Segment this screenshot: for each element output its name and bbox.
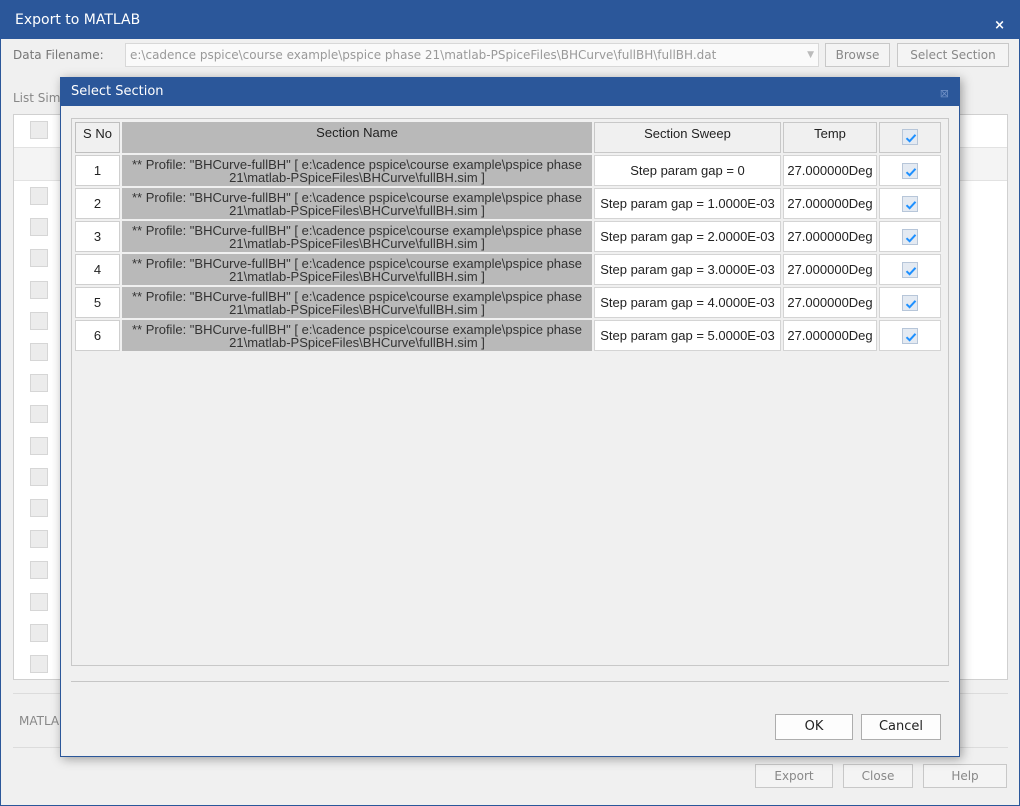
table-row[interactable]: 6 ** Profile: "BHCurve-fullBH" [ e:\caden… (75, 320, 941, 351)
row-select-checkbox[interactable] (902, 261, 918, 278)
checkmark-icon (905, 167, 917, 177)
row-select-cell[interactable] (879, 188, 941, 219)
list-row-checkbox[interactable] (30, 530, 48, 549)
table-row[interactable]: 1 ** Profile: "BHCurve-fullBH" [ e:\caden… (75, 155, 941, 186)
list-row-checkbox[interactable] (30, 623, 48, 642)
list-row-checkbox[interactable] (30, 592, 48, 611)
window-close-icon[interactable]: × (994, 7, 1005, 45)
column-header-select-all[interactable] (879, 122, 941, 153)
table-row[interactable]: 3 ** Profile: "BHCurve-fullBH" [ e:\caden… (75, 221, 941, 252)
row-select-checkbox[interactable] (902, 228, 918, 245)
row-temp: 27.000000Deg (783, 320, 877, 351)
row-select-cell[interactable] (879, 287, 941, 318)
row-sno: 1 (75, 155, 120, 186)
row-section-name: ** Profile: "BHCurve-fullBH" [ e:\cadenc… (122, 155, 592, 186)
select-section-button[interactable]: Select Section (897, 43, 1009, 67)
column-header-section-sweep[interactable]: Section Sweep (594, 122, 781, 153)
row-sno: 5 (75, 287, 120, 318)
browse-button[interactable]: Browse (825, 43, 890, 67)
table-row[interactable]: 4 ** Profile: "BHCurve-fullBH" [ e:\caden… (75, 254, 941, 285)
list-row-checkbox[interactable] (30, 374, 48, 393)
data-filename-value: e:\cadence pspice\course example\pspice … (130, 48, 717, 62)
list-row-checkbox[interactable] (30, 343, 48, 361)
list-row-checkbox[interactable] (30, 311, 48, 330)
row-sno: 6 (75, 320, 120, 351)
dialog-title: Select Section (71, 84, 164, 99)
list-row-checkbox[interactable] (30, 249, 48, 268)
list-row-checkbox[interactable] (30, 561, 48, 580)
row-section-sweep: Step param gap = 0 (594, 155, 781, 186)
ok-button[interactable]: OK (775, 714, 853, 740)
row-section-sweep: Step param gap = 5.0000E-03 (594, 320, 781, 351)
table-body: 1 ** Profile: "BHCurve-fullBH" [ e:\caden… (75, 155, 941, 351)
row-sno: 2 (75, 188, 120, 219)
row-select-checkbox[interactable] (902, 294, 918, 311)
data-filename-label: Data Filename: (13, 48, 104, 62)
row-select-cell[interactable] (879, 221, 941, 252)
checkmark-icon (905, 200, 917, 210)
row-section-sweep: Step param gap = 2.0000E-03 (594, 221, 781, 252)
dialog-close-icon[interactable]: ⊠ (940, 80, 949, 108)
checkmark-icon (905, 266, 917, 276)
column-header-temp[interactable]: Temp (783, 122, 877, 153)
window-title: Export to MATLAB (15, 12, 141, 28)
matlab-label: MATLA (19, 714, 60, 728)
checkmark-icon (905, 134, 917, 143)
section-grid: S No Section Name Section Sweep Temp 1 **… (71, 118, 949, 666)
row-temp: 27.000000Deg (783, 287, 877, 318)
help-button[interactable]: Help (923, 764, 1007, 788)
chevron-down-icon[interactable]: ▼ (807, 44, 814, 66)
list-row-checkbox[interactable] (30, 467, 48, 486)
row-section-sweep: Step param gap = 1.0000E-03 (594, 188, 781, 219)
column-header-sno[interactable]: S No (75, 122, 120, 153)
column-header-section-name[interactable]: Section Name (122, 122, 592, 153)
table-row[interactable]: 5 ** Profile: "BHCurve-fullBH" [ e:\caden… (75, 287, 941, 318)
checkmark-icon (905, 233, 917, 243)
select-all-checkbox[interactable] (902, 129, 918, 145)
row-temp: 27.000000Deg (783, 254, 877, 285)
dialog-title-bar: Select Section ⊠ (61, 78, 959, 106)
row-section-name: ** Profile: "BHCurve-fullBH" [ e:\cadenc… (122, 254, 592, 285)
section-table: S No Section Name Section Sweep Temp 1 **… (73, 120, 943, 353)
row-section-sweep: Step param gap = 3.0000E-03 (594, 254, 781, 285)
list-select-all-checkbox[interactable] (30, 121, 48, 139)
select-section-dialog: Select Section ⊠ S No Section Name Secti… (60, 77, 960, 757)
row-select-cell[interactable] (879, 254, 941, 285)
row-sno: 3 (75, 221, 120, 252)
list-row-checkbox[interactable] (30, 187, 48, 205)
row-section-name: ** Profile: "BHCurve-fullBH" [ e:\cadenc… (122, 320, 592, 351)
row-select-cell[interactable] (879, 320, 941, 351)
window-title-bar: Export to MATLAB × (1, 1, 1019, 39)
list-row-checkbox[interactable] (30, 218, 48, 237)
row-section-sweep: Step param gap = 4.0000E-03 (594, 287, 781, 318)
row-temp: 27.000000Deg (783, 155, 877, 186)
checkmark-icon (905, 332, 917, 342)
table-header-row: S No Section Name Section Sweep Temp (75, 122, 941, 153)
row-select-checkbox[interactable] (902, 327, 918, 344)
close-button[interactable]: Close (843, 764, 913, 788)
data-filename-dropdown[interactable]: e:\cadence pspice\course example\pspice … (125, 43, 819, 67)
list-row-checkbox[interactable] (30, 655, 48, 673)
list-row-checkbox[interactable] (30, 280, 48, 299)
dialog-divider (71, 681, 949, 682)
list-row-checkbox[interactable] (30, 436, 48, 455)
list-simulations-label: List Sim (13, 91, 61, 105)
row-temp: 27.000000Deg (783, 221, 877, 252)
row-sno: 4 (75, 254, 120, 285)
row-section-name: ** Profile: "BHCurve-fullBH" [ e:\cadenc… (122, 188, 592, 219)
row-select-checkbox[interactable] (902, 195, 918, 212)
row-select-checkbox[interactable] (902, 162, 918, 179)
export-button[interactable]: Export (755, 764, 833, 788)
checkmark-icon (905, 299, 917, 309)
cancel-button[interactable]: Cancel (861, 714, 941, 740)
row-temp: 27.000000Deg (783, 188, 877, 219)
list-row-checkbox[interactable] (30, 405, 48, 424)
row-section-name: ** Profile: "BHCurve-fullBH" [ e:\cadenc… (122, 287, 592, 318)
table-row[interactable]: 2 ** Profile: "BHCurve-fullBH" [ e:\caden… (75, 188, 941, 219)
row-section-name: ** Profile: "BHCurve-fullBH" [ e:\cadenc… (122, 221, 592, 252)
row-select-cell[interactable] (879, 155, 941, 186)
list-row-checkbox[interactable] (30, 499, 48, 517)
